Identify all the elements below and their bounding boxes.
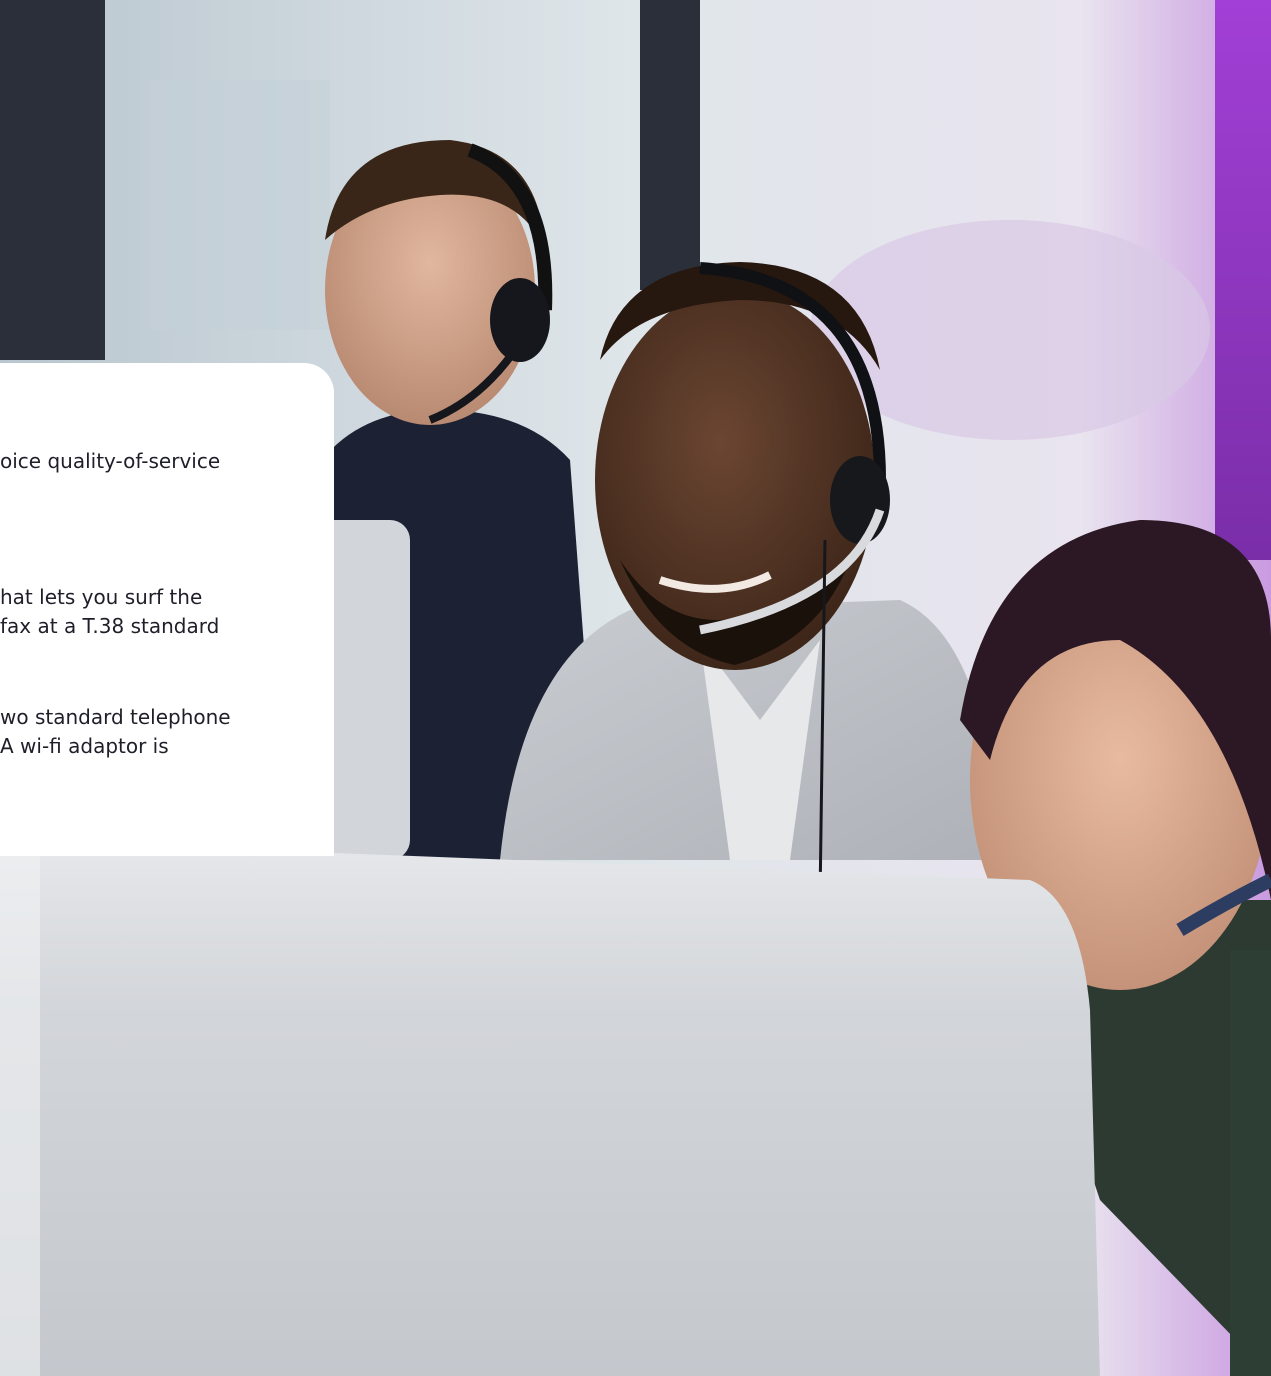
feature-line: wo standard telephone (0, 705, 231, 729)
feature-voice-qos: oice quality-of-service (0, 447, 334, 476)
feature-line: hat lets you surf the (0, 585, 203, 609)
feature-text-card: oice quality-of-service hat lets you sur… (0, 363, 334, 856)
feature-line: fax at a T.38 standard (0, 614, 220, 638)
feature-line: A wi-fi adaptor is (0, 734, 169, 758)
feature-line: oice quality-of-service (0, 449, 221, 473)
feature-fax-t38: hat lets you surf the fax at a T.38 stan… (0, 583, 334, 641)
feature-telephone-ports: wo standard telephone A wi-fi adaptor is (0, 703, 334, 761)
